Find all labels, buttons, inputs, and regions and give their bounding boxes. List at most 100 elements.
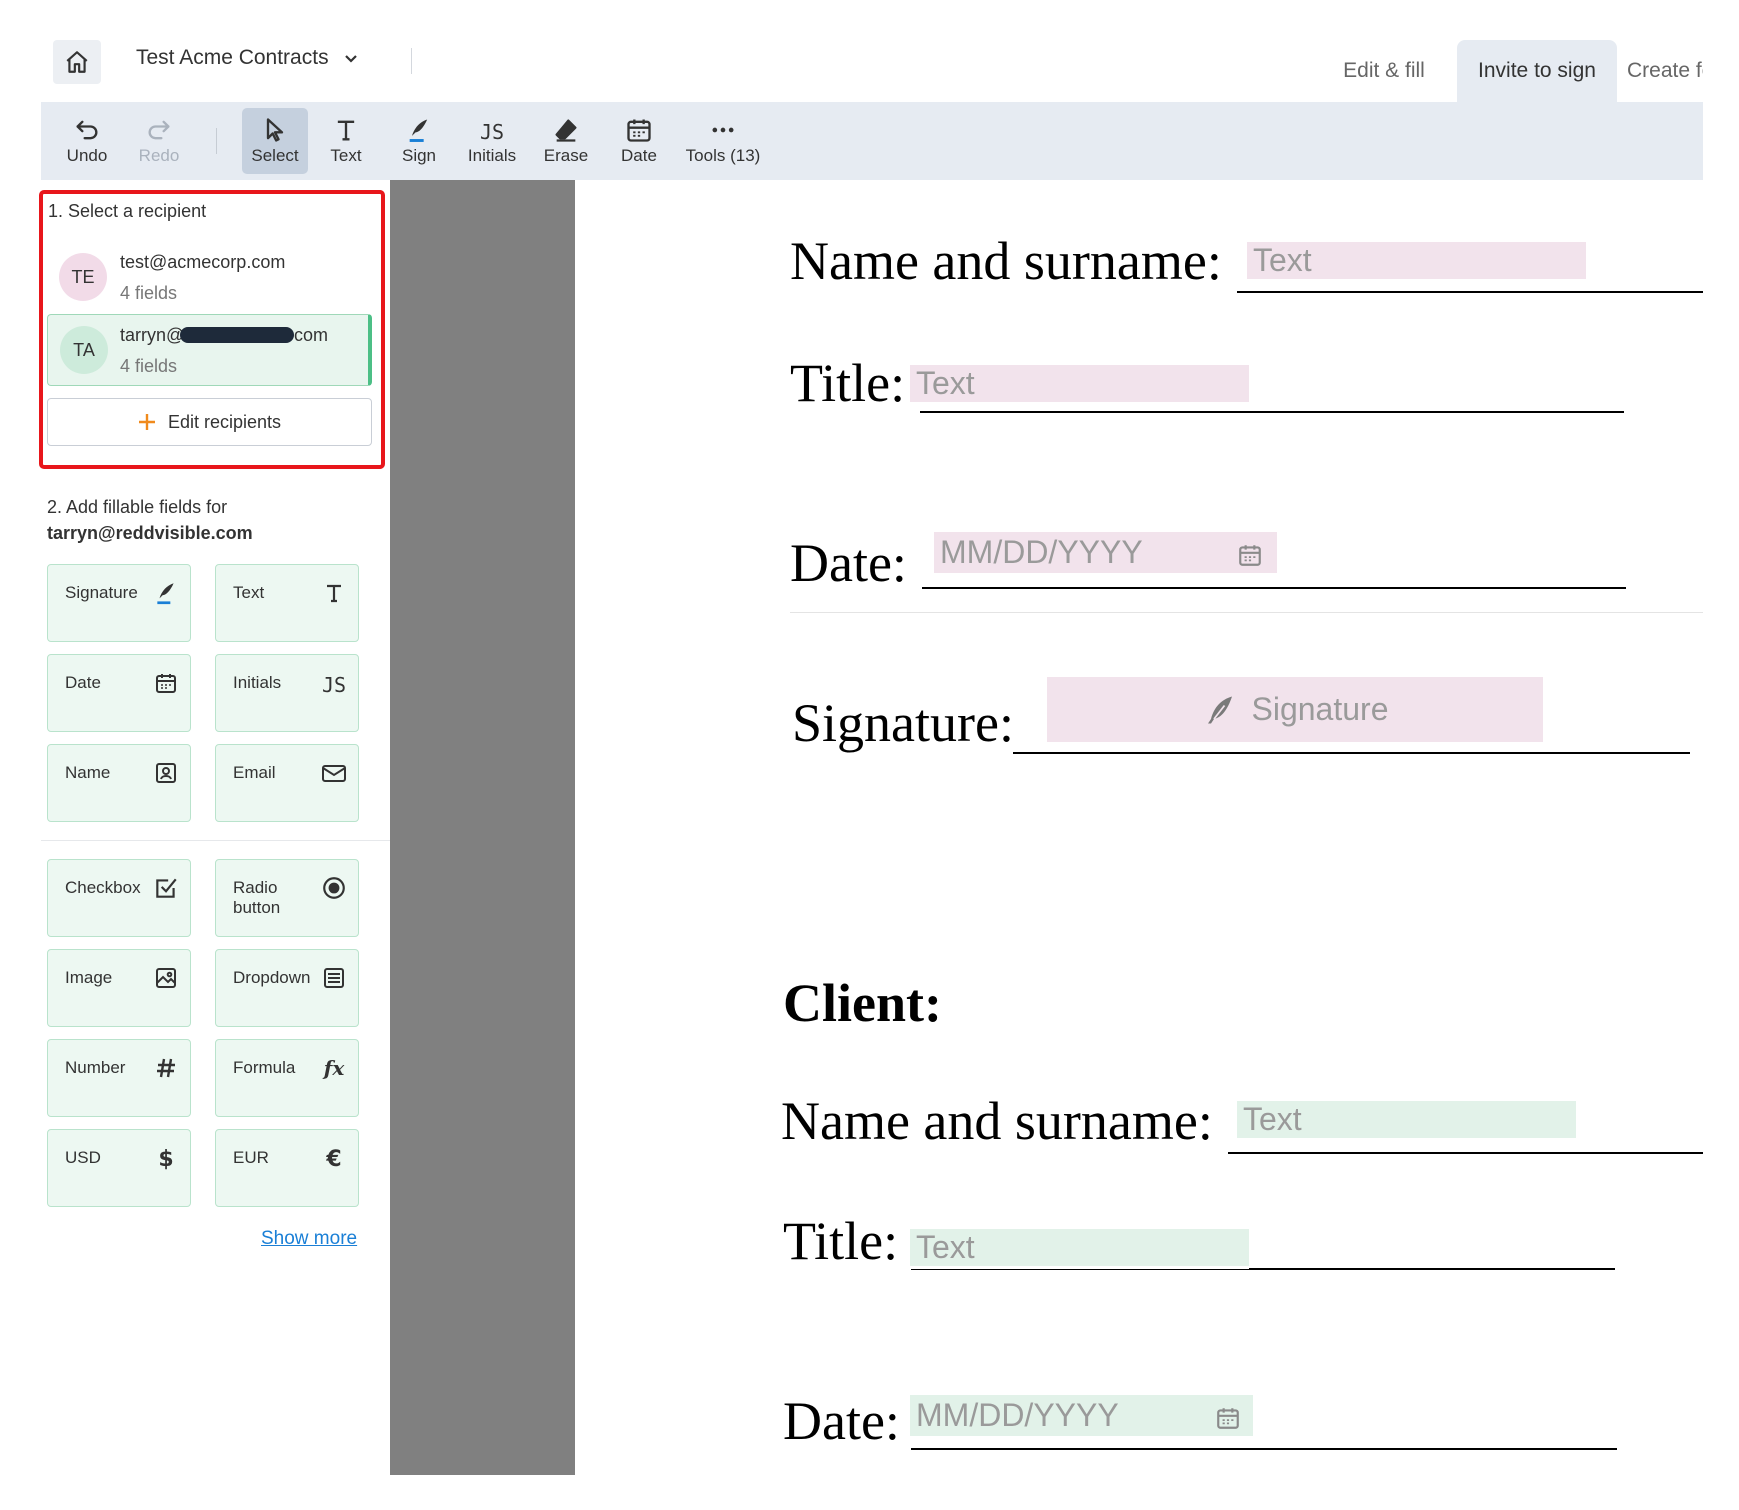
field-placeholder: MM/DD/YYYY xyxy=(940,534,1143,570)
field-placeholder: Text xyxy=(916,365,975,401)
calendar-icon xyxy=(1217,1408,1239,1429)
field-text[interactable]: Text xyxy=(215,564,359,642)
field-formula[interactable]: Formula fx xyxy=(215,1039,359,1117)
sign-tool-button[interactable]: Sign xyxy=(388,108,450,174)
home-button[interactable] xyxy=(53,40,101,84)
plus-icon xyxy=(138,414,155,430)
field-label: Checkbox xyxy=(65,878,141,897)
field-name[interactable]: Name xyxy=(47,744,191,822)
field-label: Number xyxy=(65,1058,126,1077)
page-gutter xyxy=(390,180,575,1475)
undo-icon xyxy=(76,120,98,140)
field-usd[interactable]: USD $ xyxy=(47,1129,191,1207)
field-placeholder: MM/DD/YYYY xyxy=(916,1397,1119,1433)
initials-icon: JS xyxy=(320,669,348,697)
document-title-dropdown[interactable]: Test Acme Contracts xyxy=(136,46,359,70)
field-label: EUR xyxy=(233,1148,269,1167)
text-tool-button[interactable]: Text xyxy=(315,108,377,174)
tab-create-form[interactable]: Create fc xyxy=(1617,40,1703,102)
edit-recipients-label: Edit recipients xyxy=(167,411,282,432)
text-field-title[interactable]: Text xyxy=(910,365,1249,405)
tool-label: Tools (13) xyxy=(685,146,761,165)
tool-label: Erase xyxy=(543,146,589,165)
field-label: Date xyxy=(65,673,101,692)
initials-tool-button[interactable]: JS Initials xyxy=(461,108,523,174)
signature-line xyxy=(1013,752,1690,754)
field-label: Initials xyxy=(233,673,282,692)
more-icon xyxy=(712,127,734,133)
recipient-field-count: 4 fields xyxy=(120,283,178,303)
add-fields-heading: 2. Add fillable fields for xyxy=(47,497,228,517)
recipient-email: test@acmecorp.com xyxy=(120,252,286,272)
field-placeholder: Text xyxy=(1253,242,1312,278)
field-checkbox[interactable]: Checkbox xyxy=(47,859,191,937)
field-image[interactable]: Image xyxy=(47,949,191,1027)
tab-edit-fill[interactable]: Edit & fill xyxy=(1311,40,1457,102)
field-label: Image xyxy=(65,968,113,987)
edit-recipients-button[interactable]: Edit recipients xyxy=(47,398,372,446)
sidebar-divider xyxy=(41,840,390,841)
field-placeholder: Text xyxy=(1243,1101,1302,1137)
field-dropdown[interactable]: Dropdown xyxy=(215,949,359,1027)
date-label: Date: xyxy=(790,533,907,593)
tool-label: Select xyxy=(251,146,299,165)
field-signature[interactable]: Signature xyxy=(47,564,191,642)
recipient-email-end: com xyxy=(294,325,329,345)
section-divider xyxy=(790,612,1703,613)
euro-icon: € xyxy=(320,1144,348,1172)
tool-label: Text xyxy=(330,146,362,165)
text-field-name[interactable]: Text xyxy=(1247,242,1586,282)
dollar-icon: $ xyxy=(152,1144,180,1172)
signature-field[interactable]: Signature xyxy=(1047,677,1543,745)
hash-icon xyxy=(152,1054,180,1082)
svg-text:JS: JS xyxy=(322,673,346,697)
field-eur[interactable]: EUR € xyxy=(215,1129,359,1207)
field-label: Email xyxy=(233,763,276,782)
tab-label: Edit & fill xyxy=(1343,59,1425,82)
field-label: Name xyxy=(65,763,111,782)
date-field[interactable]: MM/DD/YYYY xyxy=(934,532,1277,576)
redo-icon xyxy=(148,120,170,140)
svg-text:fx: fx xyxy=(322,1056,346,1080)
more-tools-button[interactable]: Tools (13) xyxy=(678,108,768,174)
tool-label: Initials xyxy=(467,146,517,165)
field-email[interactable]: Email xyxy=(215,744,359,822)
field-radio-button[interactable]: Radio button xyxy=(215,859,359,937)
date-field-client[interactable]: MM/DD/YYYY xyxy=(910,1395,1253,1439)
field-initials[interactable]: Initials JS xyxy=(215,654,359,732)
erase-tool-button[interactable]: Erase xyxy=(535,108,597,174)
show-more-link[interactable]: Show more xyxy=(261,1228,357,1250)
pen-icon xyxy=(409,119,428,142)
field-label: Signature xyxy=(65,583,138,602)
avatar: TA xyxy=(60,326,108,374)
text-icon xyxy=(337,120,355,141)
field-placeholder: Signature xyxy=(1251,691,1389,727)
title-label: Title: xyxy=(790,353,906,413)
recipient-field-count: 4 fields xyxy=(120,356,178,376)
fx-icon: fx xyxy=(320,1054,348,1082)
signature-label: Signature: xyxy=(792,693,1014,753)
redo-button[interactable]: Redo xyxy=(128,108,190,174)
select-recipient-heading: 1. Select a recipient xyxy=(48,201,207,221)
envelope-icon xyxy=(320,759,348,787)
field-date[interactable]: Date xyxy=(47,654,191,732)
signature-line xyxy=(1228,1152,1703,1154)
field-label: Text xyxy=(233,583,265,602)
calendar-icon xyxy=(627,119,651,142)
svg-text:$: $ xyxy=(158,1147,173,1171)
tab-invite-to-sign[interactable]: Invite to sign xyxy=(1457,40,1617,102)
client-heading: Client: xyxy=(783,973,942,1033)
tool-label: Undo xyxy=(66,146,108,165)
date-tool-button[interactable]: Date xyxy=(608,108,670,174)
select-tool-button[interactable]: Select xyxy=(242,108,308,174)
field-number[interactable]: Number xyxy=(47,1039,191,1117)
name-surname-label: Name and surname: xyxy=(790,231,1222,291)
initials-icon: JS xyxy=(480,120,504,144)
signature-line xyxy=(920,411,1624,413)
image-icon xyxy=(152,964,180,992)
avatar: TE xyxy=(59,253,107,301)
tab-label: Create fc xyxy=(1627,59,1703,82)
text-field-client-title[interactable]: Text xyxy=(910,1229,1249,1269)
text-field-client-name[interactable]: Text xyxy=(1237,1101,1576,1141)
undo-button[interactable]: Undo xyxy=(56,108,118,174)
